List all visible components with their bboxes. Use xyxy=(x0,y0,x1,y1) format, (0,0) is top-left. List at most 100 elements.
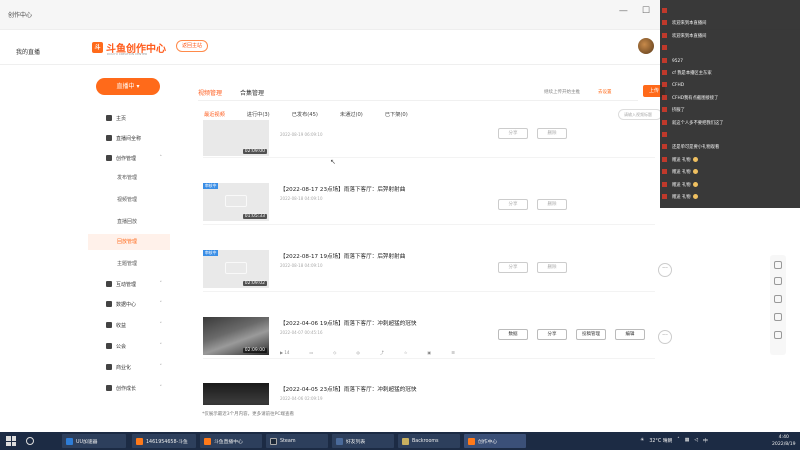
maximize-icon[interactable]: ☐ xyxy=(642,6,650,16)
taskbar-app-backrooms[interactable]: Backrooms xyxy=(398,434,460,448)
taskbar-app-creation[interactable]: 创作中心 xyxy=(464,434,526,448)
weather-icon: ☀ xyxy=(640,438,645,443)
video-row: 审核中 01:05:33 【2022-08-17 23点场】雨落下客厅：后羿射射… xyxy=(203,183,655,225)
taskbar-app-steam[interactable]: Steam xyxy=(266,434,328,448)
video-title[interactable]: 【2022-08-17 19点场】雨落下客厅：后羿射射曲 xyxy=(280,252,405,260)
sidebar-sub-video[interactable]: 视频管理 xyxy=(88,192,170,208)
mouse-cursor-icon: ↖ xyxy=(330,158,336,166)
play-icon[interactable] xyxy=(774,277,782,285)
chat-message: CFHD我有点截图接接了 xyxy=(662,94,798,104)
share-button[interactable]: 分享 xyxy=(537,329,567,340)
taskbar-app-douyu-1[interactable]: 1461954658-斗鱼 xyxy=(132,434,196,448)
business-icon xyxy=(106,364,112,370)
video-thumbnail[interactable]: 审核中 02:09:02 xyxy=(203,250,269,288)
taskbar-app-uu[interactable]: UU加速器 xyxy=(62,434,126,448)
windows-start-icon[interactable] xyxy=(6,436,16,446)
douyu-icon xyxy=(468,437,475,445)
video-date: 2022-04-07 00:45:16 xyxy=(280,330,323,335)
user-level-icon xyxy=(662,181,667,187)
clock-date: 2022/8/19 xyxy=(772,442,796,447)
video-title[interactable]: 【2022-04-06 19点场】雨落下客厅：冲刺超猛的冠快 xyxy=(280,319,417,327)
submit-manage-button[interactable]: 投稿管理 xyxy=(576,329,606,340)
chat-text: 赠送 礼物 xyxy=(672,182,691,188)
sidebar-item-business[interactable]: 商业化 ˅ xyxy=(88,359,170,375)
sidebar-item-interact[interactable]: 互动管理 ˅ xyxy=(88,276,170,292)
video-date: 2022-04-06 02:09:19 xyxy=(280,396,323,401)
chat-text: CFHD xyxy=(672,83,685,89)
sidebar-item-label: 互动管理 xyxy=(116,281,137,288)
sidebar-sub-replay[interactable]: 直播回放 xyxy=(88,214,170,230)
danmu-icon: ☰ xyxy=(451,350,455,355)
avatar[interactable] xyxy=(638,38,654,54)
user-level-icon xyxy=(662,20,667,26)
views-value: 14 xyxy=(284,350,290,355)
sidebar-sub-replay-manage[interactable]: 回放管理 xyxy=(88,234,170,250)
sidebar-sub-topic[interactable]: 主题管理 xyxy=(88,256,170,272)
share-button[interactable]: 分享 xyxy=(498,262,528,273)
share-button[interactable]: 分享 xyxy=(498,199,528,210)
comment-icon: ▭ xyxy=(309,350,314,355)
share-button[interactable]: 分享 xyxy=(498,128,528,139)
headset-icon[interactable] xyxy=(774,313,782,321)
chevron-up-icon[interactable]: ˄ xyxy=(677,438,679,443)
sidebar-item-growth[interactable]: 创作成长 ˅ xyxy=(88,380,170,396)
video-thumbnail[interactable]: 审核中 01:05:33 xyxy=(203,183,269,221)
more-options-icon[interactable]: ··· xyxy=(658,263,672,277)
video-thumbnail[interactable]: 02:09:00 xyxy=(203,120,269,156)
user-level-icon xyxy=(662,169,667,175)
video-thumbnail[interactable]: 02:09:00 xyxy=(203,317,269,355)
sidebar-item-data[interactable]: 数据中心 ˅ xyxy=(88,296,170,312)
video-title[interactable]: 【2022-04-05 23点场】雨落下客厅：冲刺超猛的冠快 xyxy=(280,385,417,393)
monitor-icon[interactable] xyxy=(774,331,782,339)
sidebar-item-live[interactable]: 直播间全称 xyxy=(88,130,170,146)
clock[interactable]: 4:40 2022/8/19 xyxy=(772,434,796,448)
video-row: 【2022-04-05 23点场】雨落下客厅：冲刺超猛的冠快 2022-04-0… xyxy=(203,383,655,405)
return-main-site-button[interactable]: 返回主站 xyxy=(176,40,209,52)
taskbar-app-friends[interactable]: 好友列表 xyxy=(332,434,394,448)
hint-link[interactable]: 去设置 xyxy=(598,89,612,95)
volume-icon[interactable]: ◁ xyxy=(694,438,698,443)
video-duration: 02:09:00 xyxy=(242,149,267,154)
chat-message: 挤服了 xyxy=(662,107,798,116)
chat-text: 挤服了 xyxy=(672,108,685,114)
search-icon[interactable] xyxy=(26,437,34,445)
minimize-icon[interactable]: — xyxy=(619,6,628,16)
sidebar-item-label: 商业化 xyxy=(116,364,132,371)
delete-button[interactable]: 删除 xyxy=(537,128,567,139)
taskbar-app-label: 斗鱼直播中心 xyxy=(214,439,243,445)
chat-text: 赠送 礼物 xyxy=(672,195,691,200)
sidebar-item-create[interactable]: 创作管理 ˄ xyxy=(88,150,170,166)
delete-button[interactable]: 删除 xyxy=(537,199,567,210)
grid-icon[interactable] xyxy=(774,261,782,269)
taskbar-app-label: 创作中心 xyxy=(478,439,498,445)
sidebar-item-home[interactable]: 主页 xyxy=(88,110,170,126)
interact-icon xyxy=(106,281,112,287)
network-icon[interactable]: ▦ xyxy=(685,438,690,443)
user-level-icon xyxy=(662,57,667,63)
sidebar-item-label: 创作管理 xyxy=(116,155,137,162)
sidebar-item-income[interactable]: 收益 ˅ xyxy=(88,317,170,333)
create-icon xyxy=(106,155,112,161)
window-title: 创作中心 xyxy=(8,12,33,19)
sidebar-item-guild[interactable]: 公会 ˅ xyxy=(88,338,170,354)
chat-message: 9527 xyxy=(662,57,798,67)
settings-icon[interactable] xyxy=(774,295,782,303)
language-icon[interactable]: 中 xyxy=(703,437,708,444)
edit-button[interactable]: 编辑 xyxy=(615,329,645,340)
search-input[interactable]: 请输入视频标题 xyxy=(618,109,662,120)
video-title[interactable]: 【2022-08-17 23点场】雨落下客厅：后羿射射曲 xyxy=(280,185,405,193)
taskbar-app-douyu-2[interactable]: 斗鱼直播中心 xyxy=(200,434,262,448)
growth-icon xyxy=(106,385,112,391)
delete-button[interactable]: 删除 xyxy=(537,262,567,273)
video-thumbnail[interactable] xyxy=(203,383,269,405)
sidebar-item-label: 主页 xyxy=(116,115,127,122)
more-options-icon[interactable]: ··· xyxy=(658,330,672,344)
gift-icon xyxy=(692,169,698,175)
income-icon xyxy=(106,322,112,328)
row-actions: 分享 删除 xyxy=(498,199,567,210)
live-status-button[interactable]: 直播中 ▾ xyxy=(96,78,160,95)
data-button[interactable]: 数据 xyxy=(498,329,528,340)
user-level-icon xyxy=(662,94,667,100)
sidebar-sub-publish[interactable]: 发布管理 xyxy=(88,170,170,186)
like-icon: ◇ xyxy=(333,350,337,355)
